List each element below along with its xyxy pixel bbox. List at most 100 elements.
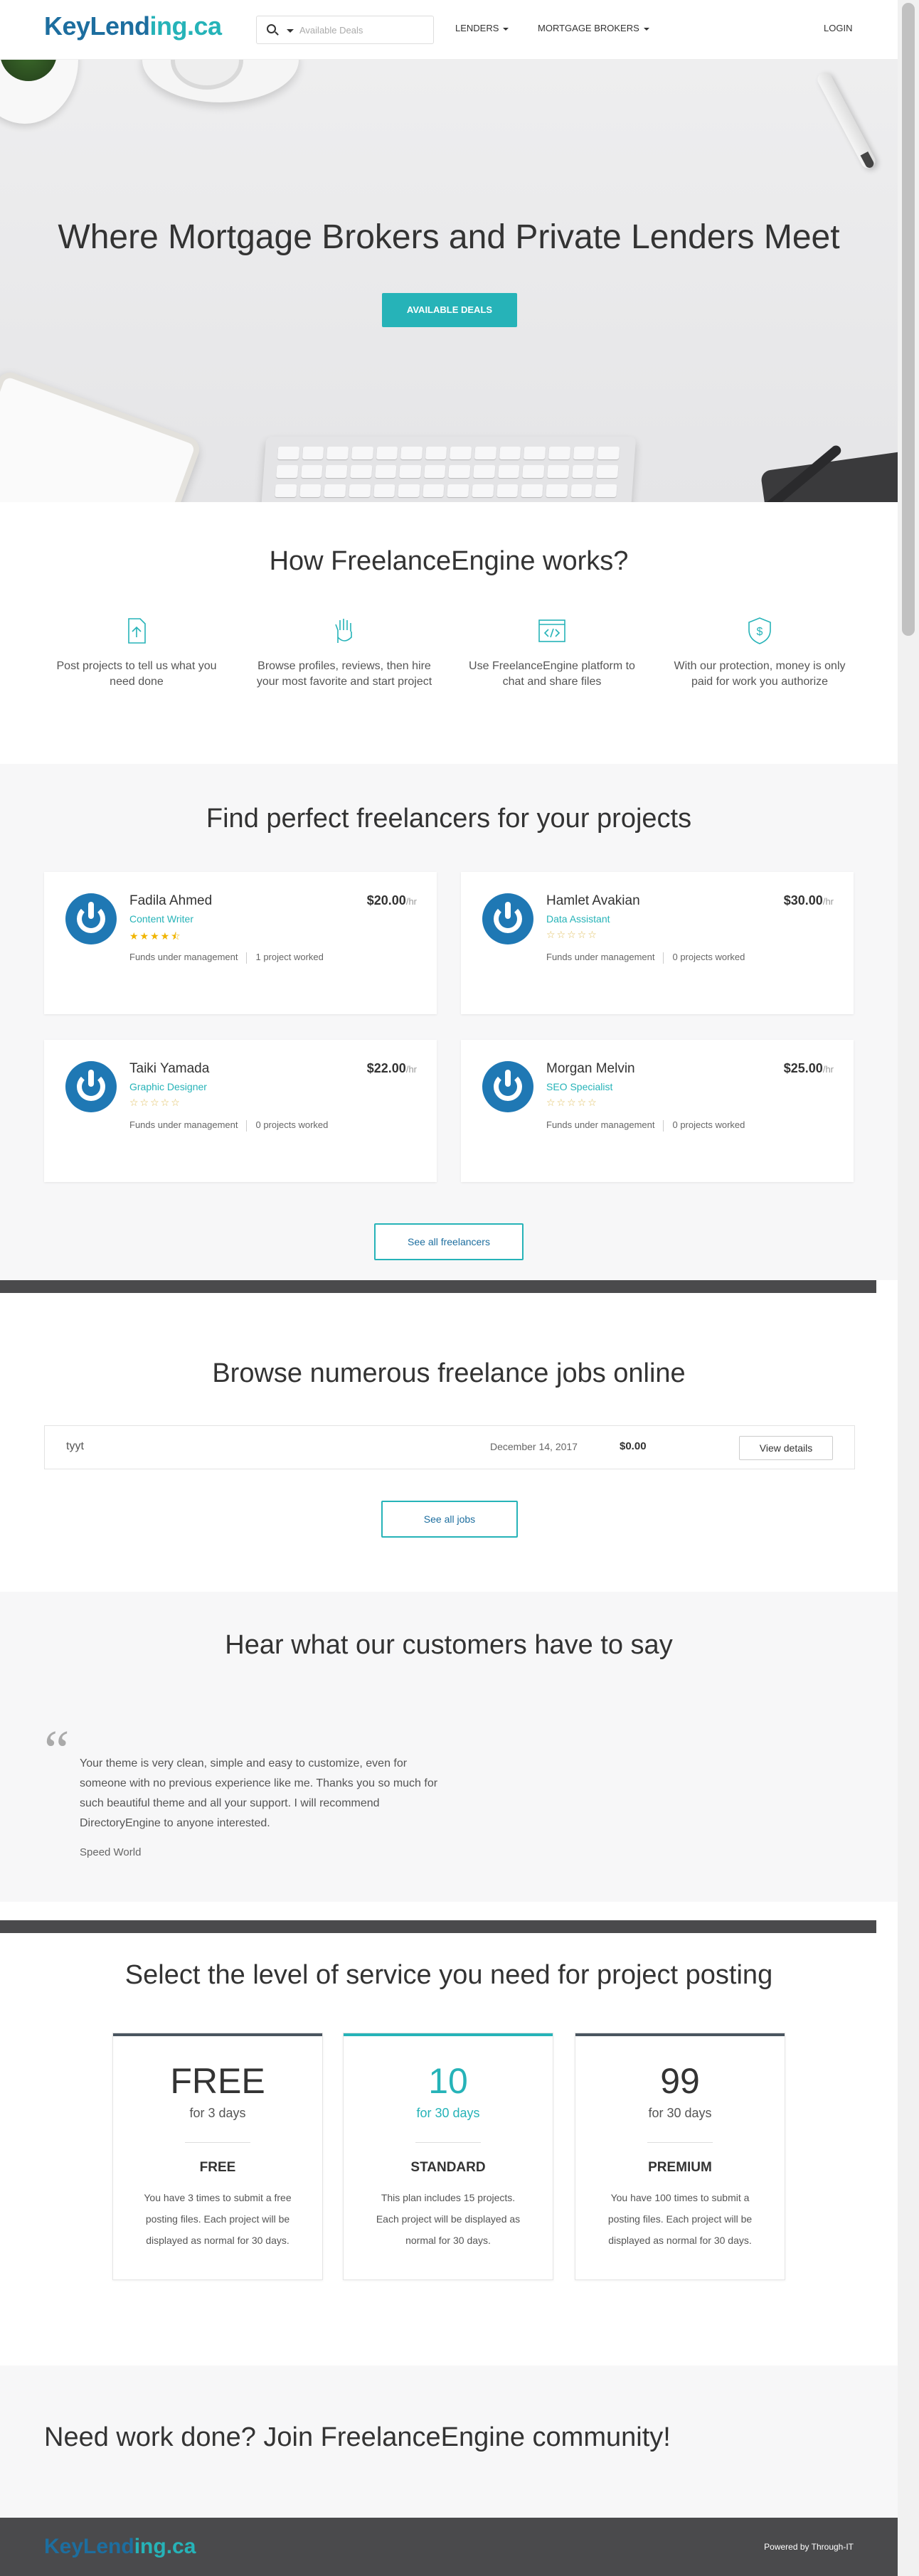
hand-icon xyxy=(335,619,352,643)
chevron-down-icon[interactable] xyxy=(287,29,294,33)
testimonial-author: Speed World xyxy=(80,1846,142,1858)
see-all-jobs-button[interactable]: See all jobs xyxy=(381,1501,518,1538)
hero-section: Where Mortgage Brokers and Private Lende… xyxy=(0,60,898,502)
rating-stars: ☆☆☆☆☆ xyxy=(546,1097,598,1108)
plan-premium[interactable]: 99 for 30 days PREMIUM You have 100 time… xyxy=(575,2033,785,2280)
chevron-down-icon xyxy=(643,27,649,31)
freelancer-role: Data Assistant xyxy=(546,913,610,925)
table-row[interactable]: tyyt December 14, 2017 $0.00 View detail… xyxy=(44,1425,855,1469)
plan-price: 99 xyxy=(660,2061,700,2101)
chevron-down-icon xyxy=(503,27,509,31)
freelancer-role: SEO Specialist xyxy=(546,1081,613,1092)
freelancer-meta: Funds under management 0 projects worked xyxy=(129,1119,329,1132)
section-title: Browse numerous freelance jobs online xyxy=(212,1358,686,1388)
pricing-section: Select the level of service you need for… xyxy=(0,1934,898,2365)
nav-lenders[interactable]: LENDERS xyxy=(455,23,509,33)
plan-description: You have 3 times to submit a free postin… xyxy=(144,2192,292,2246)
hero-title: Where Mortgage Brokers and Private Lende… xyxy=(58,218,840,256)
freelancer-card[interactable]: Fadila Ahmed Content Writer ★★★★⯪ Funds … xyxy=(44,872,437,1014)
how-it-works-section: How FreelanceEngine works? Post projects… xyxy=(0,502,898,764)
plan-description: You have 100 times to submit a posting f… xyxy=(607,2192,753,2246)
avatar[interactable] xyxy=(482,1061,533,1112)
section-title: Find perfect freelancers for your projec… xyxy=(206,804,692,834)
hourly-rate: $25.00/hr xyxy=(783,1061,834,1075)
plant-image xyxy=(0,60,78,124)
login-link[interactable]: LOGIN xyxy=(824,23,852,33)
jobs-section: Browse numerous freelance jobs online ty… xyxy=(0,1293,898,1592)
search-input[interactable] xyxy=(299,22,427,38)
site-logo[interactable]: KeyLending.ca xyxy=(44,11,222,41)
avatar[interactable] xyxy=(482,893,533,944)
freelancer-role: Content Writer xyxy=(129,913,193,925)
section-title: Select the level of service you need for… xyxy=(124,1960,773,1990)
plan-name: FREE xyxy=(199,2160,236,2175)
freelancer-name[interactable]: Fadila Ahmed xyxy=(129,893,212,909)
hourly-rate: $30.00/hr xyxy=(783,893,834,908)
freelancer-card[interactable]: Hamlet Avakian Data Assistant ☆☆☆☆☆ Fund… xyxy=(461,872,854,1014)
footer-logo[interactable]: KeyLending.ca xyxy=(44,2535,196,2559)
quote-icon: “ xyxy=(44,1720,70,1782)
avatar[interactable] xyxy=(65,1061,117,1112)
keyboard-image xyxy=(260,437,637,502)
plan-name: PREMIUM xyxy=(648,2160,712,2175)
testimonial-quote: Your theme is very clean, simple and eas… xyxy=(80,1757,438,1829)
freelancer-role: Graphic Designer xyxy=(129,1081,207,1092)
view-details-button[interactable]: View details xyxy=(739,1436,833,1460)
cta-section: Need work done? Join FreelanceEngine com… xyxy=(0,2365,898,2518)
pen-image xyxy=(814,70,878,171)
nav-mortgage-brokers[interactable]: MORTGAGE BROKERS xyxy=(538,23,649,33)
powered-by-text: Powered by Through-IT xyxy=(764,2542,854,2552)
job-title[interactable]: tyyt xyxy=(66,1440,84,1453)
search-box[interactable] xyxy=(256,16,434,44)
freelancer-meta: Funds under management 0 projects worked xyxy=(546,952,745,964)
see-all-freelancers-button[interactable]: See all freelancers xyxy=(374,1223,524,1260)
avatar[interactable] xyxy=(65,893,117,944)
rating-stars: ★★★★⯪ xyxy=(129,930,182,942)
step-chat-share: Use FreelanceEngine platform to chat and… xyxy=(460,616,644,690)
rating-stars: ☆☆☆☆☆ xyxy=(546,929,598,940)
step-browse-profiles: Browse profiles, reviews, then hire your… xyxy=(252,616,437,690)
freelancer-name[interactable]: Morgan Melvin xyxy=(546,1061,635,1077)
step-post-projects: Post projects to tell us what you need d… xyxy=(44,616,229,690)
freelancer-meta: Funds under management 1 project worked xyxy=(129,952,324,964)
plan-price: 10 xyxy=(428,2061,468,2101)
freelancers-section: Find perfect freelancers for your projec… xyxy=(0,764,898,1280)
freelancer-name[interactable]: Hamlet Avakian xyxy=(546,893,640,909)
rating-stars: ☆☆☆☆☆ xyxy=(129,1097,181,1108)
step-protection: $ With our protection, money is only pai… xyxy=(667,616,852,690)
upload-icon xyxy=(128,618,146,644)
plan-period: for 30 days xyxy=(416,2106,480,2120)
page-scrollbar[interactable] xyxy=(898,0,919,2576)
cta-title: Need work done? Join FreelanceEngine com… xyxy=(44,2422,671,2452)
section-title: How FreelanceEngine works? xyxy=(269,546,629,576)
plan-price: FREE xyxy=(170,2061,265,2101)
plan-name: STANDARD xyxy=(410,2160,486,2175)
site-footer: KeyLending.ca Powered by Through-IT xyxy=(0,2518,898,2576)
freelancer-meta: Funds under management 0 projects worked xyxy=(546,1119,745,1132)
available-deals-button[interactable]: AVAILABLE DEALS xyxy=(382,293,517,327)
plan-period: for 30 days xyxy=(648,2106,712,2120)
freelancer-card[interactable]: Taiki Yamada Graphic Designer ☆☆☆☆☆ Fund… xyxy=(44,1040,437,1182)
plan-period: for 3 days xyxy=(189,2106,246,2120)
divider-strip xyxy=(0,1920,876,1933)
divider-strip xyxy=(0,1280,876,1293)
freelancer-card[interactable]: Morgan Melvin SEO Specialist ☆☆☆☆☆ Funds… xyxy=(461,1040,854,1182)
site-header: KeyLending.ca LENDERS MORTGAGE BROKERS L… xyxy=(0,0,898,60)
coffee-cup-image xyxy=(142,60,299,102)
plan-description: This plan includes 15 projects. Each pro… xyxy=(376,2192,521,2246)
tablet-image xyxy=(0,368,203,502)
scrollbar-thumb[interactable] xyxy=(902,3,915,636)
svg-text:$: $ xyxy=(757,626,763,638)
hourly-rate: $20.00/hr xyxy=(366,893,417,908)
plan-free[interactable]: FREE for 3 days FREE You have 3 times to… xyxy=(112,2033,323,2280)
job-date: December 14, 2017 xyxy=(490,1441,578,1452)
freelancer-name[interactable]: Taiki Yamada xyxy=(129,1061,209,1077)
shield-dollar-icon: $ xyxy=(748,617,771,644)
section-title: Hear what our customers have to say xyxy=(225,1630,673,1660)
testimonials-section: Hear what our customers have to say “ Yo… xyxy=(0,1592,898,1902)
job-price: $0.00 xyxy=(620,1440,647,1452)
plan-standard[interactable]: 10 for 30 days STANDARD This plan includ… xyxy=(343,2033,553,2280)
search-icon[interactable] xyxy=(267,24,276,33)
hourly-rate: $22.00/hr xyxy=(366,1061,417,1075)
code-icon xyxy=(538,619,565,642)
